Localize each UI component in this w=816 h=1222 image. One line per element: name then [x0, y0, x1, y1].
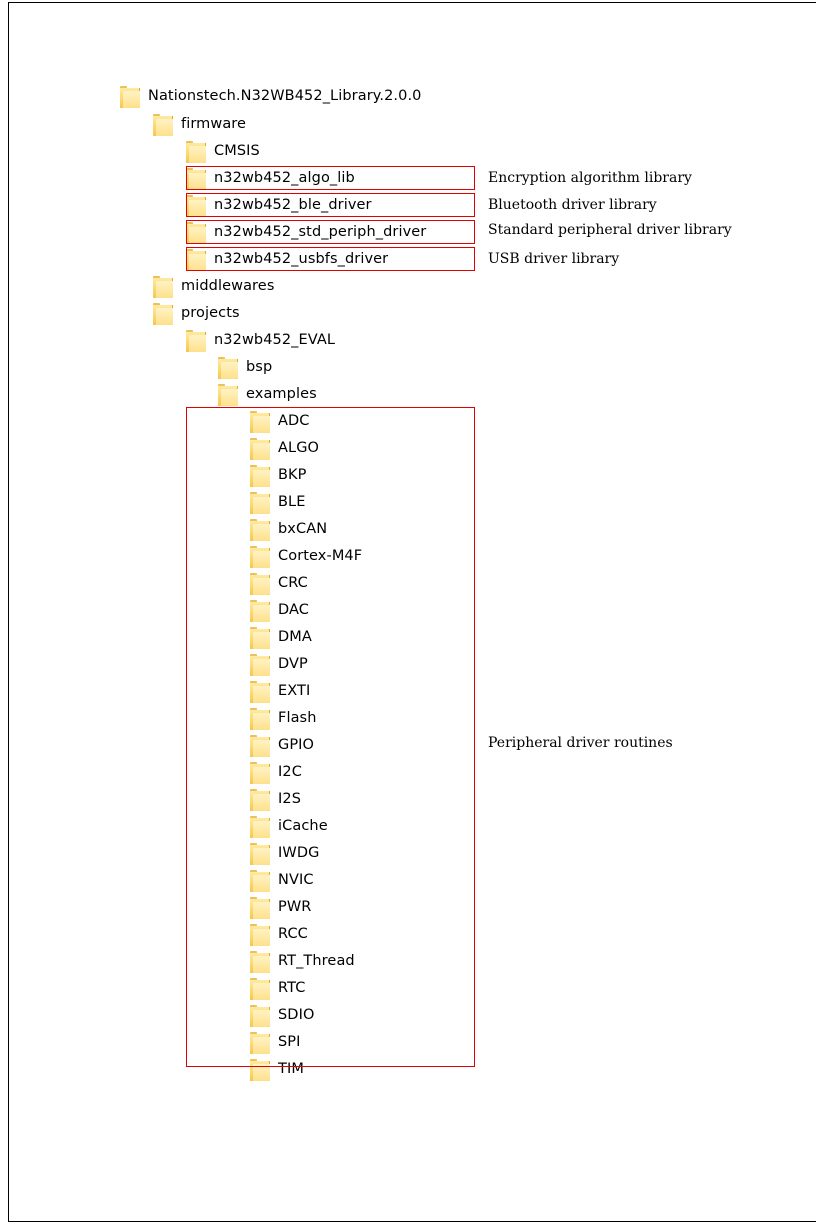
annotation-algo-lib: Encryption algorithm library — [488, 170, 692, 186]
folder-icon — [218, 355, 238, 379]
annotation-examples: Peripheral driver routines — [488, 735, 673, 751]
annotation-ble-driver: Bluetooth driver library — [488, 197, 657, 213]
tree-node-middlewares[interactable]: middlewares — [153, 274, 274, 298]
folder-icon — [153, 301, 173, 325]
annotation-usbfs-driver: USB driver library — [488, 251, 620, 267]
tree-node-bsp[interactable]: bsp — [218, 355, 272, 379]
tree-node-eval[interactable]: n32wb452_EVAL — [186, 328, 335, 352]
tree-node-firmware[interactable]: firmware — [153, 112, 246, 136]
highlight-box-algo-lib — [186, 166, 475, 190]
tree-node-projects[interactable]: projects — [153, 301, 240, 325]
tree-node-label: bsp — [246, 359, 273, 375]
tree-node-label: CMSIS — [214, 143, 260, 159]
folder-icon — [153, 274, 173, 298]
tree-node-label: middlewares — [181, 278, 275, 294]
highlight-box-usbfs-driver — [186, 247, 475, 271]
folder-icon — [153, 112, 173, 136]
folder-icon — [218, 382, 238, 406]
tree-node-examples[interactable]: examples — [218, 382, 317, 406]
tree-node-label: Nationstech.N32WB452_Library.2.0.0 — [148, 88, 422, 104]
tree-node-label: firmware — [181, 116, 247, 132]
tree-node-label: n32wb452_EVAL — [214, 332, 336, 348]
tree-node-root[interactable]: Nationstech.N32WB452_Library.2.0.0 — [120, 84, 421, 108]
annotation-std-periph-driver: Standard peripheral driver library — [488, 222, 732, 238]
folder-icon — [186, 139, 206, 163]
tree-node-label: examples — [246, 386, 317, 402]
highlight-box-examples — [186, 407, 475, 1067]
tree-node-label: projects — [181, 305, 240, 321]
folder-icon — [120, 84, 140, 108]
highlight-box-ble-driver — [186, 193, 475, 217]
highlight-box-std-periph-driver — [186, 220, 475, 244]
tree-node-cmsis[interactable]: CMSIS — [186, 139, 260, 163]
folder-icon — [186, 328, 206, 352]
